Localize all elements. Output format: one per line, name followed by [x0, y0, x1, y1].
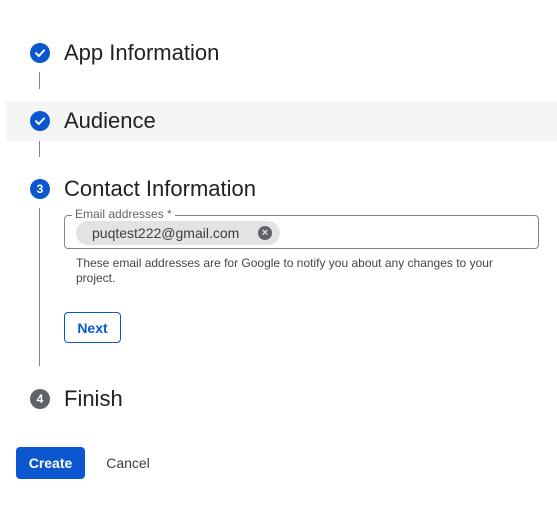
step-audience[interactable]: Audience — [6, 101, 557, 141]
check-icon — [30, 43, 50, 63]
next-button[interactable]: Next — [64, 312, 121, 343]
step-connector — [39, 72, 40, 89]
step-connector — [39, 208, 40, 366]
check-icon — [30, 111, 50, 131]
step-app-information[interactable]: App Information — [0, 33, 557, 73]
step-number-badge: 3 — [30, 179, 50, 199]
email-addresses-label: Email addresses * — [72, 207, 175, 221]
step-connector — [39, 141, 40, 157]
cancel-button[interactable]: Cancel — [94, 447, 162, 479]
step-contact-information[interactable]: 3 Contact Information — [0, 169, 557, 209]
stepper-page: App Information Audience 3 Contact Infor… — [0, 0, 557, 522]
step-title: App Information — [64, 40, 220, 65]
step-title: Contact Information — [64, 176, 256, 201]
email-chip[interactable]: puqtest222@gmail.com × — [76, 221, 280, 245]
step-title: Finish — [64, 386, 123, 411]
create-button[interactable]: Create — [16, 447, 85, 479]
helper-text: These email addresses are for Google to … — [76, 256, 493, 285]
cancel-circle-icon[interactable]: × — [258, 226, 272, 240]
email-chip-text: puqtest222@gmail.com — [92, 225, 240, 241]
step-finish[interactable]: 4 Finish — [0, 379, 557, 419]
step-number-badge: 4 — [30, 389, 50, 409]
step-title: Audience — [64, 108, 156, 133]
